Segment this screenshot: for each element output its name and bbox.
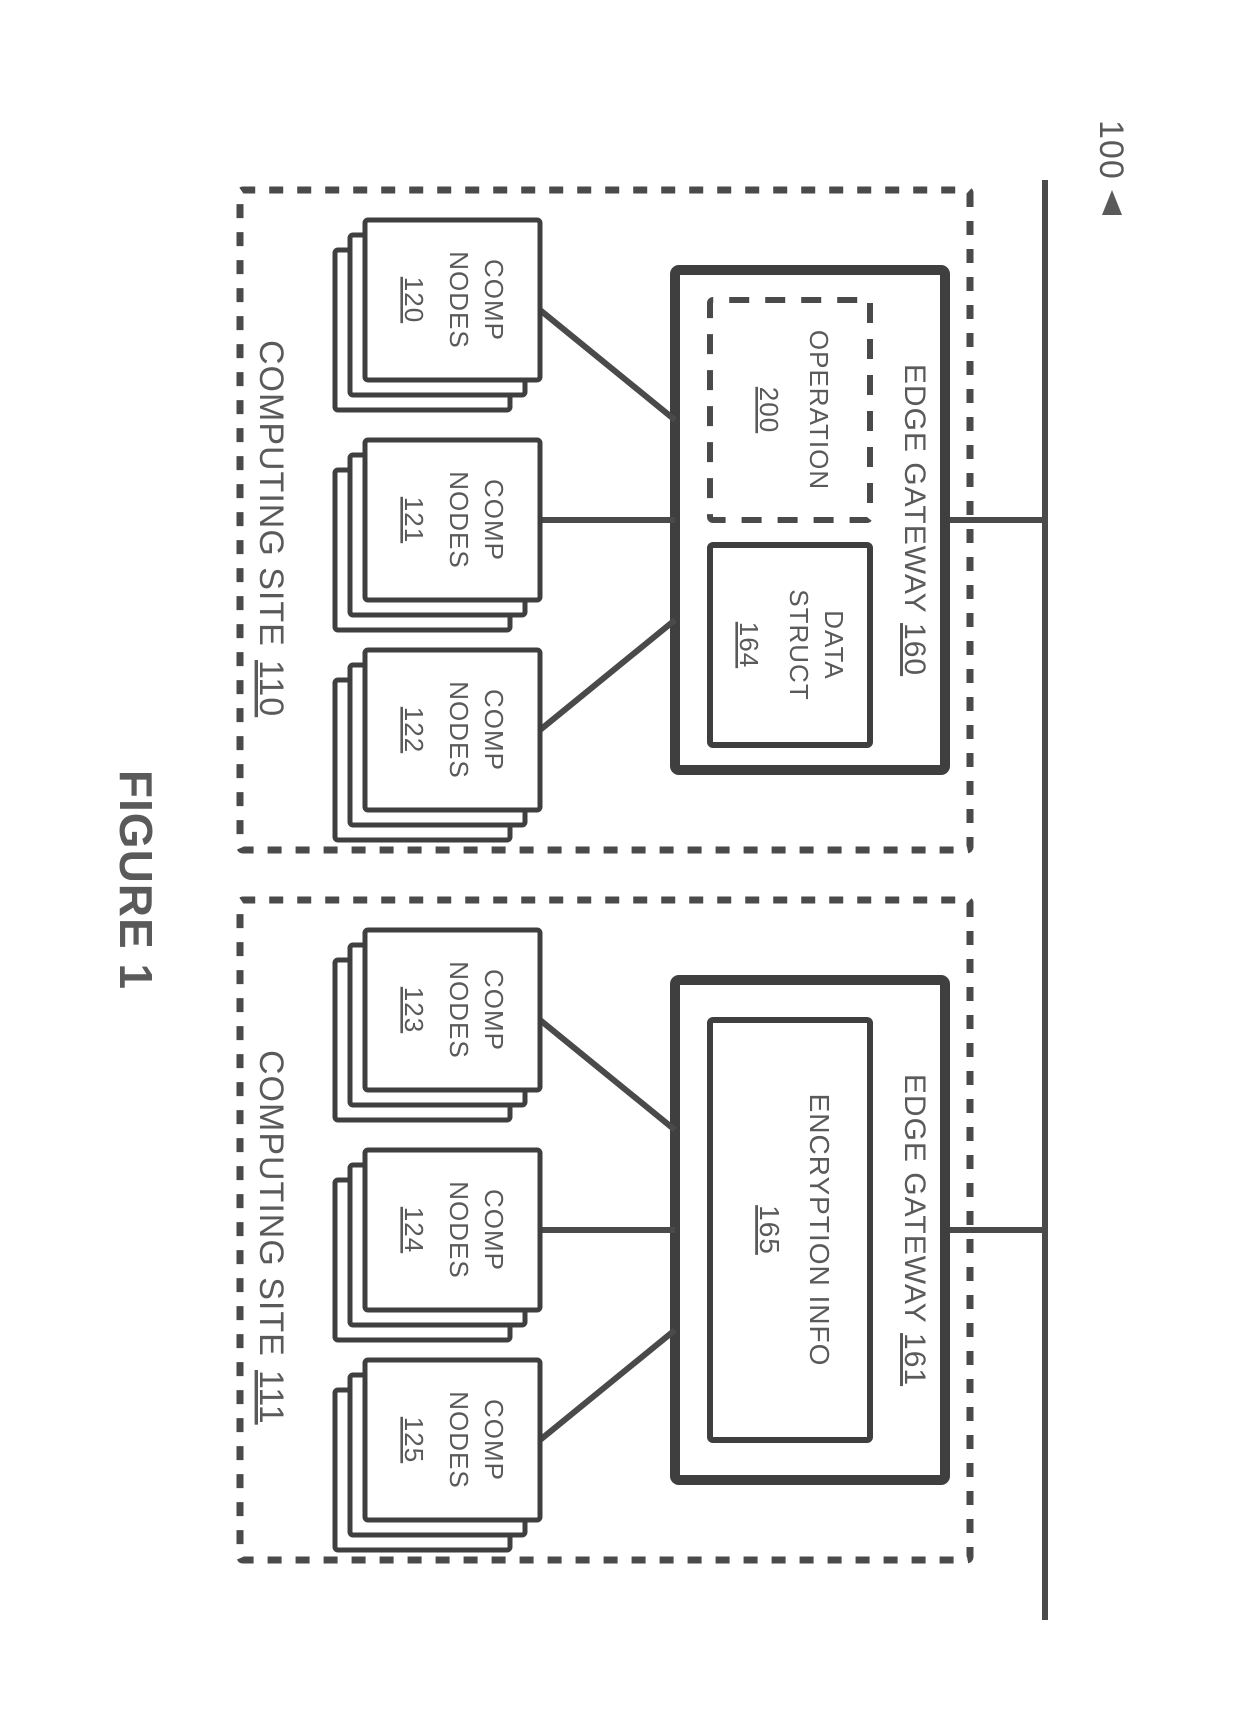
comp-nodes-1-0-l1: COMP bbox=[479, 969, 509, 1051]
comp-nodes-0-0-ref: 120 bbox=[399, 277, 429, 323]
conn-1-2 bbox=[540, 1330, 675, 1440]
comp-nodes-0-1-l1: COMP bbox=[479, 479, 509, 561]
comp-nodes-0-2-l1: COMP bbox=[479, 689, 509, 771]
comp-nodes-1-0: COMP NODES 123 bbox=[335, 930, 540, 1120]
comp-nodes-1-1-l1: COMP bbox=[479, 1189, 509, 1271]
figure-caption: FIGURE 1 bbox=[110, 770, 162, 990]
site-0-ref: 110 bbox=[252, 660, 290, 717]
gateway-0-block-0-ref: 200 bbox=[754, 387, 784, 433]
site-1-label: COMPUTING SITE bbox=[252, 1050, 290, 1357]
gateway-1-block-0-ref: 165 bbox=[754, 1205, 785, 1255]
gateway-0-block-1-l2: STRUCT bbox=[784, 589, 814, 700]
computing-site-1: COMPUTING SITE 111 EDGE GATEWAY 161 ENCR… bbox=[240, 900, 970, 1560]
comp-nodes-0-1-ref: 121 bbox=[399, 497, 429, 543]
edge-gateway-0-title: EDGE GATEWAY 160 bbox=[898, 364, 931, 676]
comp-nodes-0-1-l2: NODES bbox=[444, 471, 474, 568]
gateway-0-block-1-l1: DATA bbox=[819, 610, 849, 679]
comp-nodes-1-0-ref: 123 bbox=[399, 987, 429, 1033]
comp-nodes-1-1-l2: NODES bbox=[444, 1181, 474, 1278]
comp-nodes-0-0: COMP NODES 120 bbox=[335, 220, 540, 410]
comp-nodes-0-0-l1: COMP bbox=[479, 259, 509, 341]
edge-gateway-1-title: EDGE GATEWAY 161 bbox=[898, 1074, 931, 1386]
gateway-0-block-1-ref: 164 bbox=[734, 622, 764, 668]
conn-0-0 bbox=[540, 310, 675, 420]
edge-gateway-1: EDGE GATEWAY 161 ENCRYPTION INFO 165 bbox=[675, 980, 945, 1480]
gateway-0-block-0-label: OPERATION bbox=[804, 330, 834, 490]
comp-nodes-0-0-l2: NODES bbox=[444, 251, 474, 348]
conn-1-0 bbox=[540, 1020, 675, 1130]
edge-gateway-0: EDGE GATEWAY 160 OPERATION 200 DATA STRU… bbox=[675, 270, 945, 770]
comp-nodes-1-2-ref: 125 bbox=[399, 1417, 429, 1463]
figure-id-label: 100 bbox=[1092, 120, 1130, 180]
comp-nodes-1-2-l2: NODES bbox=[444, 1391, 474, 1488]
comp-nodes-0-1: COMP NODES 121 bbox=[335, 440, 540, 630]
comp-nodes-1-2-l1: COMP bbox=[479, 1399, 509, 1481]
gateway-1-block-0-label: ENCRYPTION INFO bbox=[804, 1094, 835, 1367]
comp-nodes-0-2-l2: NODES bbox=[444, 681, 474, 778]
comp-nodes-1-0-l2: NODES bbox=[444, 961, 474, 1058]
comp-nodes-1-1: COMP NODES 124 bbox=[335, 1150, 540, 1340]
comp-nodes-1-2: COMP NODES 125 bbox=[335, 1360, 540, 1550]
computing-site-0: COMPUTING SITE 110 EDGE GATEWAY 160 OPER… bbox=[240, 190, 970, 850]
comp-nodes-1-1-ref: 124 bbox=[399, 1207, 429, 1253]
comp-nodes-0-2: COMP NODES 122 bbox=[335, 650, 540, 840]
figure-id-arrow bbox=[1102, 190, 1122, 215]
site-1-ref: 111 bbox=[252, 1370, 290, 1425]
conn-0-2 bbox=[540, 620, 675, 730]
site-0-label: COMPUTING SITE bbox=[252, 340, 290, 647]
comp-nodes-0-2-ref: 122 bbox=[399, 707, 429, 753]
